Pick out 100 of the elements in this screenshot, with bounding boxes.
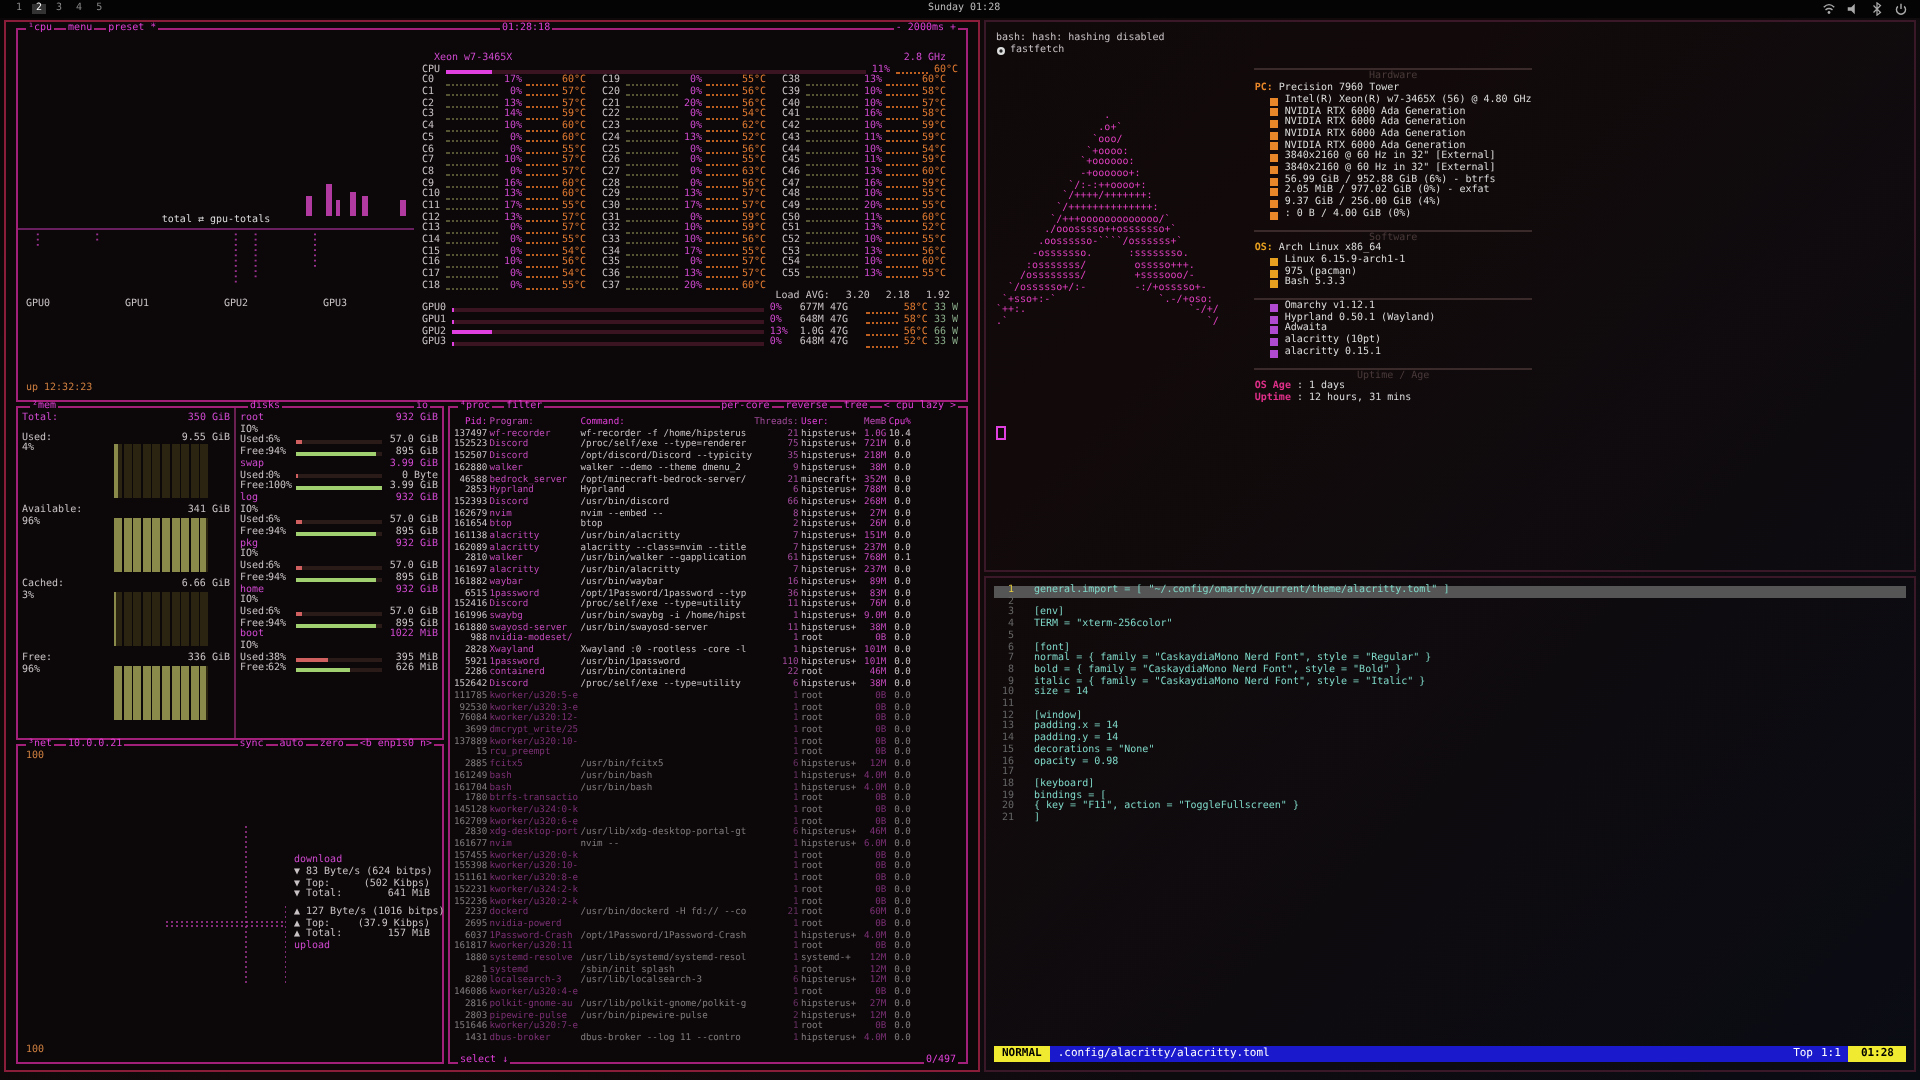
sparkline-drawing (526, 159, 558, 166)
core-graph-drawing (446, 90, 498, 97)
core-graph-drawing (626, 238, 678, 245)
sparkline-drawing (865, 307, 898, 314)
sparkline-drawing (526, 102, 558, 109)
sparkline-drawing (895, 68, 928, 75)
sparkline-drawing (706, 284, 738, 291)
sparkline-drawing (886, 79, 918, 86)
sparkline-drawing (706, 181, 738, 188)
core-graph-drawing (626, 204, 678, 211)
sparkline-drawing (706, 113, 738, 120)
sparkline-drawing (706, 136, 738, 143)
core-graph-drawing (446, 170, 498, 177)
core-graph-drawing (806, 147, 858, 154)
core-graph-drawing (446, 181, 498, 188)
core-graph-drawing (446, 204, 498, 211)
sparkline-drawing (526, 79, 558, 86)
sparkline-drawing (886, 102, 918, 109)
core-graph-drawing (446, 159, 498, 166)
sparkline-drawing (886, 90, 918, 97)
sparkline-drawing (886, 170, 918, 177)
core-graph-drawing (626, 284, 678, 291)
power-icon[interactable] (1894, 2, 1908, 16)
sparkline-drawing (886, 147, 918, 154)
core-graph-drawing (626, 147, 678, 154)
core-graph-drawing (626, 159, 678, 166)
sparkline-drawing (886, 193, 918, 200)
speaker-icon[interactable] (1846, 2, 1860, 16)
sparkline-drawing (706, 238, 738, 245)
cursor (996, 425, 1006, 440)
sparkline-drawing (526, 147, 558, 154)
sparkline-drawing (526, 216, 558, 222)
core-graph-drawing (806, 272, 858, 279)
sparkline-drawing (526, 284, 558, 291)
sparkline-drawing (706, 193, 738, 200)
core-graph-drawing (806, 238, 858, 245)
core-graph-drawing (806, 136, 858, 143)
core-graph-drawing (806, 216, 858, 222)
sparkline-drawing (865, 318, 898, 325)
wifi-icon[interactable] (1822, 2, 1836, 16)
sparkline-drawing (886, 261, 918, 268)
sparkline-drawing (706, 79, 738, 86)
core-graph-drawing (626, 113, 678, 120)
cpu-graph-drawing (306, 184, 406, 216)
core-graph-drawing (626, 216, 678, 222)
core-graph-drawing (806, 125, 858, 131)
sparkline-drawing (526, 136, 558, 143)
core-graph-drawing (806, 159, 858, 166)
core-graph-drawing (446, 238, 498, 245)
sparkline-drawing (706, 90, 738, 97)
sparkline-drawing (706, 250, 738, 257)
core-graph-drawing (626, 181, 678, 188)
sparkline-drawing (886, 125, 918, 131)
sparkline-drawing (526, 193, 558, 200)
core-graph-drawing (626, 250, 678, 257)
bluetooth-icon[interactable] (1870, 2, 1884, 16)
core-graph-drawing (806, 102, 858, 109)
core-graph-drawing (626, 79, 678, 86)
core-graph-drawing (446, 193, 498, 200)
sparkline-drawing (526, 227, 558, 234)
sparkline-drawing (706, 216, 738, 222)
core-graph-drawing (446, 102, 498, 109)
core-graph-drawing (806, 227, 858, 234)
sparkline-drawing (526, 238, 558, 245)
core-graph-drawing (626, 136, 678, 143)
core-graph-drawing (446, 250, 498, 257)
sparkline-drawing (886, 227, 918, 234)
core-graph-drawing (806, 261, 858, 268)
sparkline-drawing (526, 250, 558, 257)
sparkline-drawing (886, 136, 918, 143)
sparkline-drawing (526, 272, 558, 279)
sparkline-drawing (526, 170, 558, 177)
sparkline-drawing (706, 170, 738, 177)
sparkline-drawing (886, 181, 918, 188)
core-graph-drawing (806, 181, 858, 188)
core-graph-drawing (806, 193, 858, 200)
core-graph-drawing (626, 227, 678, 234)
core-graph-drawing (446, 272, 498, 279)
core-graph-drawing (806, 170, 858, 177)
sparkline-drawing (886, 159, 918, 166)
sparkline-drawing (706, 261, 738, 268)
core-graph-drawing (446, 147, 498, 154)
core-graph-drawing (446, 136, 498, 143)
sparkline-drawing (706, 125, 738, 131)
sparkline-drawing (706, 102, 738, 109)
sparkline-drawing (706, 272, 738, 279)
sparkline-drawing (865, 341, 898, 348)
sparkline-drawing (706, 159, 738, 166)
sparkline-drawing (706, 227, 738, 234)
core-graph-drawing (446, 284, 498, 291)
core-graph-drawing (626, 170, 678, 177)
sparkline-drawing (886, 204, 918, 211)
core-graph-drawing (806, 113, 858, 120)
sparkline-drawing (526, 125, 558, 131)
core-graph-drawing (626, 102, 678, 109)
sparkline-drawing (886, 216, 918, 222)
sparkline-drawing (886, 113, 918, 120)
core-graph-drawing (626, 90, 678, 97)
core-graph-drawing (806, 79, 858, 86)
sparkline-drawing (886, 250, 918, 257)
